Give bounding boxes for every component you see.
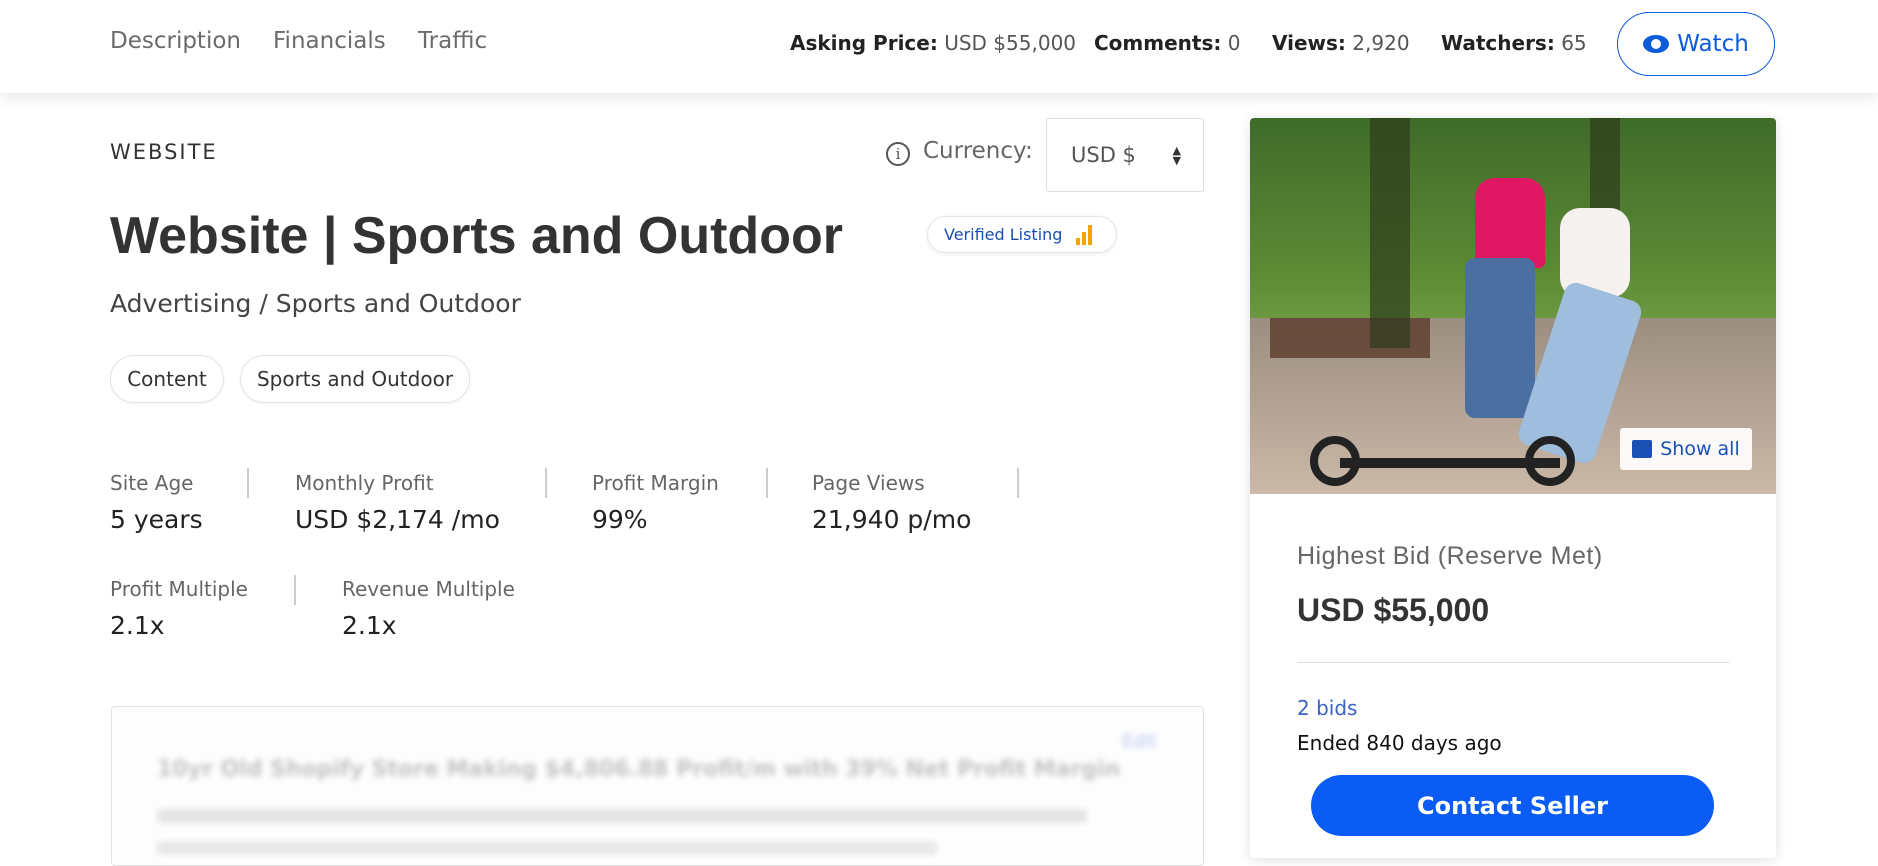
tab-traffic[interactable]: Traffic xyxy=(418,28,487,54)
metric-value: USD $2,174 /mo xyxy=(295,505,500,534)
contact-seller-button[interactable]: Contact Seller xyxy=(1311,775,1714,836)
metric-label: Profit Multiple xyxy=(110,577,248,601)
metric-value: 21,940 p/mo xyxy=(812,505,972,534)
highest-bid-value: USD $55,000 xyxy=(1297,592,1490,628)
top-bar: Description Financials Traffic Asking Pr… xyxy=(0,0,1878,93)
sort-arrows-icon: ▲ ▼ xyxy=(1172,144,1181,167)
image-icon xyxy=(1632,440,1653,458)
category-breadcrumb: Advertising / Sports and Outdoor xyxy=(110,289,521,318)
asking-price: Asking Price: USD $55,000 xyxy=(790,31,1077,55)
show-all-label: Show all xyxy=(1660,438,1740,460)
tab-description[interactable]: Description xyxy=(110,28,241,54)
bids-link[interactable]: 2 bids xyxy=(1297,696,1357,720)
divider xyxy=(1297,662,1729,663)
watchers-count: Watchers: 65 xyxy=(1441,31,1587,55)
edit-link[interactable]: Edit xyxy=(1122,731,1157,752)
listing-type: WEBSITE xyxy=(110,140,218,164)
bid-card: Show all Highest Bid (Reserve Met) USD $… xyxy=(1250,118,1776,858)
show-all-button[interactable]: Show all xyxy=(1620,428,1752,470)
metric-label: Profit Margin xyxy=(592,471,719,495)
tab-financials[interactable]: Financials xyxy=(273,28,386,54)
description-heading: 10yr Old Shopify Store Making $4,806.88 … xyxy=(157,757,1121,782)
divider xyxy=(247,468,249,498)
views-count: Views: 2,920 xyxy=(1272,31,1410,55)
eye-icon xyxy=(1643,35,1670,53)
comments-count: Comments: 0 xyxy=(1094,31,1241,55)
divider xyxy=(1017,468,1019,498)
metric-label: Monthly Profit xyxy=(295,471,434,495)
metric-value: 5 years xyxy=(110,505,203,534)
metric-value: 2.1x xyxy=(110,611,165,640)
auction-status: Ended 840 days ago xyxy=(1297,731,1502,755)
metric-label: Site Age xyxy=(110,471,194,495)
metric-value: 2.1x xyxy=(342,611,397,640)
watch-label: Watch xyxy=(1677,31,1749,57)
divider xyxy=(766,468,768,498)
blurred-text-line xyxy=(157,841,937,855)
divider xyxy=(545,468,547,498)
divider xyxy=(294,575,296,605)
currency-value: USD $ xyxy=(1071,143,1136,167)
currency-label: Currency: xyxy=(923,138,1033,164)
blurred-text-line xyxy=(157,809,1087,823)
currency-select[interactable]: USD $ ▲ ▼ xyxy=(1046,118,1204,192)
highest-bid-label: Highest Bid (Reserve Met) xyxy=(1297,542,1603,570)
listing-photo[interactable]: Show all xyxy=(1250,118,1776,494)
analytics-icon xyxy=(1076,224,1093,245)
info-icon[interactable]: i xyxy=(886,142,910,166)
tag-sports-outdoor[interactable]: Sports and Outdoor xyxy=(240,355,470,403)
description-card: Edit 10yr Old Shopify Store Making $4,80… xyxy=(111,706,1204,866)
metric-value: 99% xyxy=(592,505,648,534)
metric-label: Revenue Multiple xyxy=(342,577,515,601)
verified-badge[interactable]: Verified Listing xyxy=(927,216,1117,253)
page-title: Website | Sports and Outdoor xyxy=(110,207,843,265)
tag-content[interactable]: Content xyxy=(110,355,224,403)
watch-button[interactable]: Watch xyxy=(1617,12,1775,76)
verified-label: Verified Listing xyxy=(944,225,1063,244)
metric-label: Page Views xyxy=(812,471,925,495)
